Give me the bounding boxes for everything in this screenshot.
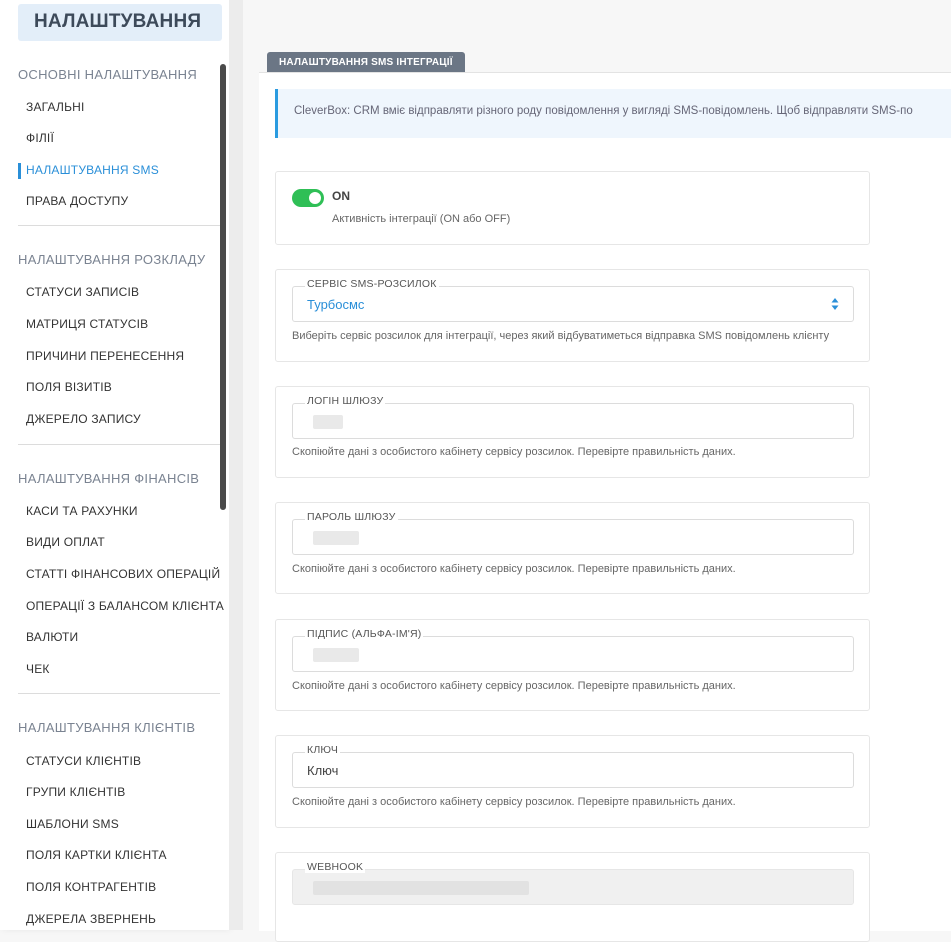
- active-indicator: [18, 163, 21, 179]
- gateway-login-label: ЛОГІН ШЛЮЗУ: [305, 395, 386, 407]
- redacted-value: [313, 648, 359, 662]
- activity-toggle[interactable]: [292, 189, 324, 207]
- settings-sidebar: НАЛАШТУВАННЯ ОСНОВНІ НАЛАШТУВАННЯ ЗАГАЛЬ…: [0, 0, 229, 930]
- sidebar-divider: [18, 225, 220, 226]
- sidebar-item-access-rights[interactable]: ПРАВА ДОСТУПУ: [26, 194, 128, 208]
- signature-card: ПІДПИС (АЛЬФА-ІМ'Я) Скопіюйте дані з осо…: [275, 619, 870, 711]
- password-card: ПАРОЛЬ ШЛЮЗУ Скопіюйте дані з особистого…: [275, 502, 870, 594]
- sidebar-item-payment-types[interactable]: ВИДИ ОПЛАТ: [26, 535, 105, 549]
- gateway-login-help: Скопіюйте дані з особистого кабінету сер…: [292, 446, 736, 458]
- toggle-knob: [309, 192, 321, 204]
- sidebar-item-status-matrix[interactable]: МАТРИЦЯ СТАТУСІВ: [26, 317, 148, 331]
- activity-help-text: Активність інтеграції (ON або OFF): [332, 213, 511, 225]
- redacted-value: [313, 415, 343, 429]
- gateway-password-label: ПАРОЛЬ ШЛЮЗУ: [305, 511, 398, 523]
- sidebar-item-finance-articles[interactable]: СТАТТІ ФІНАНСОВИХ ОПЕРАЦІЙ: [26, 567, 220, 581]
- sidebar-item-currencies[interactable]: ВАЛЮТИ: [26, 630, 78, 644]
- sidebar-item-visit-fields[interactable]: ПОЛЯ ВІЗИТІВ: [26, 380, 112, 394]
- key-input[interactable]: КЛЮЧ Ключ: [292, 744, 854, 788]
- sidebar-item-cash-accounts[interactable]: КАСИ ТА РАХУНКИ: [26, 504, 138, 518]
- key-placeholder: Ключ: [307, 763, 339, 778]
- sidebar-item-client-statuses[interactable]: СТАТУСИ КЛІЄНТІВ: [26, 754, 141, 768]
- sidebar-item-receipt[interactable]: ЧЕК: [26, 662, 50, 676]
- activity-card: ON Активність інтеграції (ON або OFF): [275, 171, 870, 245]
- alpha-name-input[interactable]: ПІДПИС (АЛЬФА-ІМ'Я): [292, 628, 854, 672]
- section-finance-settings: НАЛАШТУВАННЯ ФІНАНСІВ: [18, 471, 200, 486]
- webhook-input[interactable]: WEBHOOK: [292, 861, 854, 905]
- section-schedule-settings: НАЛАШТУВАННЯ РОЗКЛАДУ: [18, 252, 206, 267]
- sms-service-value: Турбосмс: [307, 297, 365, 312]
- gateway-password-help: Скопіюйте дані з особистого кабінету сер…: [292, 563, 736, 575]
- key-help: Скопіюйте дані з особистого кабінету сер…: [292, 796, 736, 808]
- section-client-settings: НАЛАШТУВАННЯ КЛІЄНТІВ: [18, 720, 196, 735]
- sidebar-item-request-sources[interactable]: ДЖЕРЕЛА ЗВЕРНЕНЬ: [26, 912, 156, 926]
- login-card: ЛОГІН ШЛЮЗУ Скопіюйте дані з особистого …: [275, 386, 870, 478]
- sidebar-item-client-groups[interactable]: ГРУПИ КЛІЄНТІВ: [26, 785, 125, 799]
- sidebar-title: НАЛАШТУВАННЯ: [18, 4, 222, 41]
- content-gutter: [229, 0, 243, 930]
- sms-service-help: Виберіть сервіс розсилок для інтеграції,…: [292, 330, 830, 342]
- tab-sms-integration[interactable]: НАЛАШТУВАННЯ SMS ІНТЕГРАЦІЇ: [267, 52, 465, 73]
- sidebar-item-record-statuses[interactable]: СТАТУСИ ЗАПИСІВ: [26, 285, 139, 299]
- select-arrows-icon: [831, 298, 839, 310]
- redacted-value: [313, 881, 529, 895]
- sms-service-label: СЕРВІС SMS-РОЗСИЛОК: [305, 278, 439, 290]
- sidebar-divider: [18, 693, 220, 694]
- key-card: КЛЮЧ Ключ Скопіюйте дані з особистого ка…: [275, 735, 870, 828]
- sidebar-item-balance-operations[interactable]: ОПЕРАЦІЇ З БАЛАНСОМ КЛІЄНТА: [26, 599, 224, 613]
- key-label: КЛЮЧ: [305, 744, 341, 756]
- info-banner: CleverBox: CRM вміє відправляти різного …: [275, 89, 951, 138]
- section-main-settings: ОСНОВНІ НАЛАШТУВАННЯ: [18, 67, 198, 82]
- sidebar-scrollbar[interactable]: [220, 64, 226, 510]
- sidebar-divider: [18, 444, 220, 445]
- webhook-label: WEBHOOK: [305, 861, 366, 873]
- webhook-card: WEBHOOK: [275, 852, 870, 942]
- sidebar-item-reschedule-reasons[interactable]: ПРИЧИНИ ПЕРЕНЕСЕННЯ: [26, 349, 184, 363]
- gateway-password-input[interactable]: ПАРОЛЬ ШЛЮЗУ: [292, 511, 854, 555]
- alpha-name-help: Скопіюйте дані з особистого кабінету сер…: [292, 680, 736, 692]
- redacted-value: [313, 531, 359, 545]
- sidebar-item-client-card-fields[interactable]: ПОЛЯ КАРТКИ КЛІЄНТА: [26, 848, 167, 862]
- service-card: СЕРВІС SMS-РОЗСИЛОК Турбосмс Виберіть се…: [275, 269, 870, 362]
- sms-service-select[interactable]: СЕРВІС SMS-РОЗСИЛОК Турбосмс: [292, 278, 854, 322]
- sidebar-item-sms-templates[interactable]: ШАБЛОНИ SMS: [26, 817, 119, 831]
- gateway-login-input[interactable]: ЛОГІН ШЛЮЗУ: [292, 395, 854, 439]
- sidebar-item-record-source[interactable]: ДЖЕРЕЛО ЗАПИСУ: [26, 412, 141, 426]
- alpha-name-label: ПІДПИС (АЛЬФА-ІМ'Я): [305, 628, 424, 640]
- toggle-state-label: ON: [332, 189, 350, 203]
- sidebar-item-sms-settings[interactable]: НАЛАШТУВАННЯ SMS: [26, 163, 159, 177]
- sidebar-item-branches[interactable]: ФІЛІЇ: [26, 131, 54, 145]
- sidebar-item-contractor-fields[interactable]: ПОЛЯ КОНТРАГЕНТІВ: [26, 880, 156, 894]
- sidebar-item-general[interactable]: ЗАГАЛЬНІ: [26, 100, 85, 114]
